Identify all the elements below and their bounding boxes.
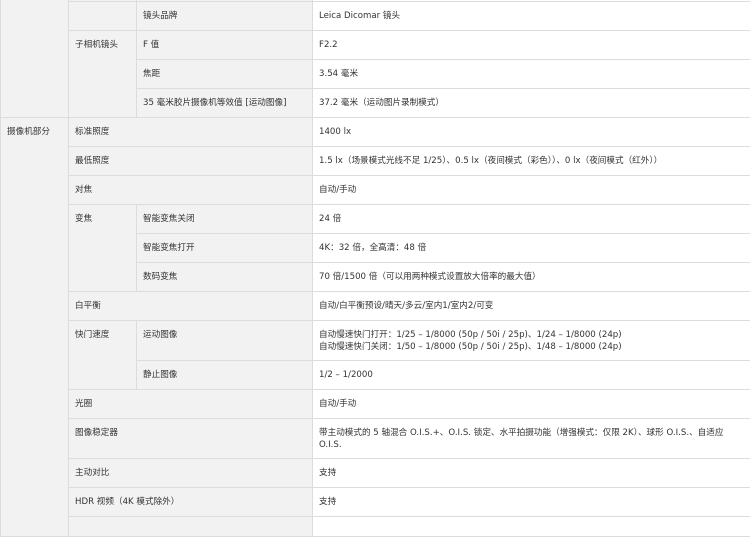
subcategory-cell: 最低照度: [69, 147, 313, 176]
value-cell: 1.5 lx（场景模式光线不足 1/25）、0.5 lx（夜间模式（彩色））、0…: [313, 147, 750, 176]
value-cell: Leica Dicomar 镜头: [313, 2, 750, 31]
table-row: 图像稳定器 带主动模式的 5 轴混合 O.I.S.+、O.I.S. 锁定、水平拍…: [1, 419, 750, 459]
category-cell: [1, 0, 69, 118]
value-cell: 自动/手动: [313, 390, 750, 419]
subcategory-cell: 对焦: [69, 176, 313, 205]
value-cell: 37.2 毫米（运动图片录制模式）: [313, 89, 750, 118]
table-row: 变焦 智能变焦关闭 24 倍: [1, 205, 750, 234]
value-cell: 带主动模式的 5 轴混合 O.I.S.+、O.I.S. 锁定、水平拍摄功能（增强…: [313, 419, 750, 459]
value-cell: 70 倍/1500 倍（可以用两种模式设置放大倍率的最大值）: [313, 263, 750, 292]
item-cell: 静止图像: [137, 361, 313, 390]
table-row: [1, 517, 750, 537]
subcategory-cell: [69, 2, 137, 31]
subcategory-cell: 主动对比: [69, 459, 313, 488]
subcategory-cell: [69, 517, 313, 537]
item-cell: 智能变焦关闭: [137, 205, 313, 234]
value-cell: 自动/手动: [313, 176, 750, 205]
table-row: 白平衡 自动/白平衡预设/晴天/多云/室内1/室内2/可变: [1, 292, 750, 321]
item-cell: 35 毫米胶片摄像机等效值 [运动图像]: [137, 89, 313, 118]
item-cell: 数码变焦: [137, 263, 313, 292]
table-row: 对焦 自动/手动: [1, 176, 750, 205]
table-row: 摄像机部分 标准照度 1400 lx: [1, 118, 750, 147]
value-cell: [313, 517, 750, 537]
table-row: 镜头品牌 Leica Dicomar 镜头: [1, 2, 750, 31]
item-cell: 智能变焦打开: [137, 234, 313, 263]
item-cell: 镜头品牌: [137, 2, 313, 31]
value-cell: 支持: [313, 459, 750, 488]
subcategory-cell: 白平衡: [69, 292, 313, 321]
subcategory-cell: 子相机镜头: [69, 31, 137, 118]
value-cell: 自动/白平衡预设/晴天/多云/室内1/室内2/可变: [313, 292, 750, 321]
table-row: 主动对比 支持: [1, 459, 750, 488]
item-cell: 焦距: [137, 60, 313, 89]
subcategory-cell: HDR 视频（4K 模式除外）: [69, 488, 313, 517]
value-line: 自动慢速快门打开：1/25 – 1/8000 (50p / 50i / 25p)…: [319, 329, 745, 341]
value-cell: 4K：32 倍，全高清：48 倍: [313, 234, 750, 263]
value-cell: 24 倍: [313, 205, 750, 234]
subcategory-cell: 标准照度: [69, 118, 313, 147]
spec-table: 镜头品牌 Leica Dicomar 镜头 子相机镜头 F 值 F2.2 焦距 …: [0, 0, 750, 537]
table-row: 快门速度 运动图像 自动慢速快门打开：1/25 – 1/8000 (50p / …: [1, 321, 750, 361]
table-row: HDR 视频（4K 模式除外） 支持: [1, 488, 750, 517]
value-cell: 1400 lx: [313, 118, 750, 147]
subcategory-cell: 变焦: [69, 205, 137, 292]
value-cell: 支持: [313, 488, 750, 517]
item-cell: F 值: [137, 31, 313, 60]
subcategory-cell: 光圈: [69, 390, 313, 419]
category-cell: 摄像机部分: [1, 118, 69, 537]
table-row: 最低照度 1.5 lx（场景模式光线不足 1/25）、0.5 lx（夜间模式（彩…: [1, 147, 750, 176]
value-cell: F2.2: [313, 31, 750, 60]
value-cell: 1/2 – 1/2000: [313, 361, 750, 390]
table-row: 子相机镜头 F 值 F2.2: [1, 31, 750, 60]
value-cell: 3.54 毫米: [313, 60, 750, 89]
value-line: 自动慢速快门关闭：1/50 – 1/8000 (50p / 50i / 25p)…: [319, 341, 745, 353]
subcategory-cell: 快门速度: [69, 321, 137, 390]
value-cell: 自动慢速快门打开：1/25 – 1/8000 (50p / 50i / 25p)…: [313, 321, 750, 361]
subcategory-cell: 图像稳定器: [69, 419, 313, 459]
table-row: 光圈 自动/手动: [1, 390, 750, 419]
item-cell: 运动图像: [137, 321, 313, 361]
